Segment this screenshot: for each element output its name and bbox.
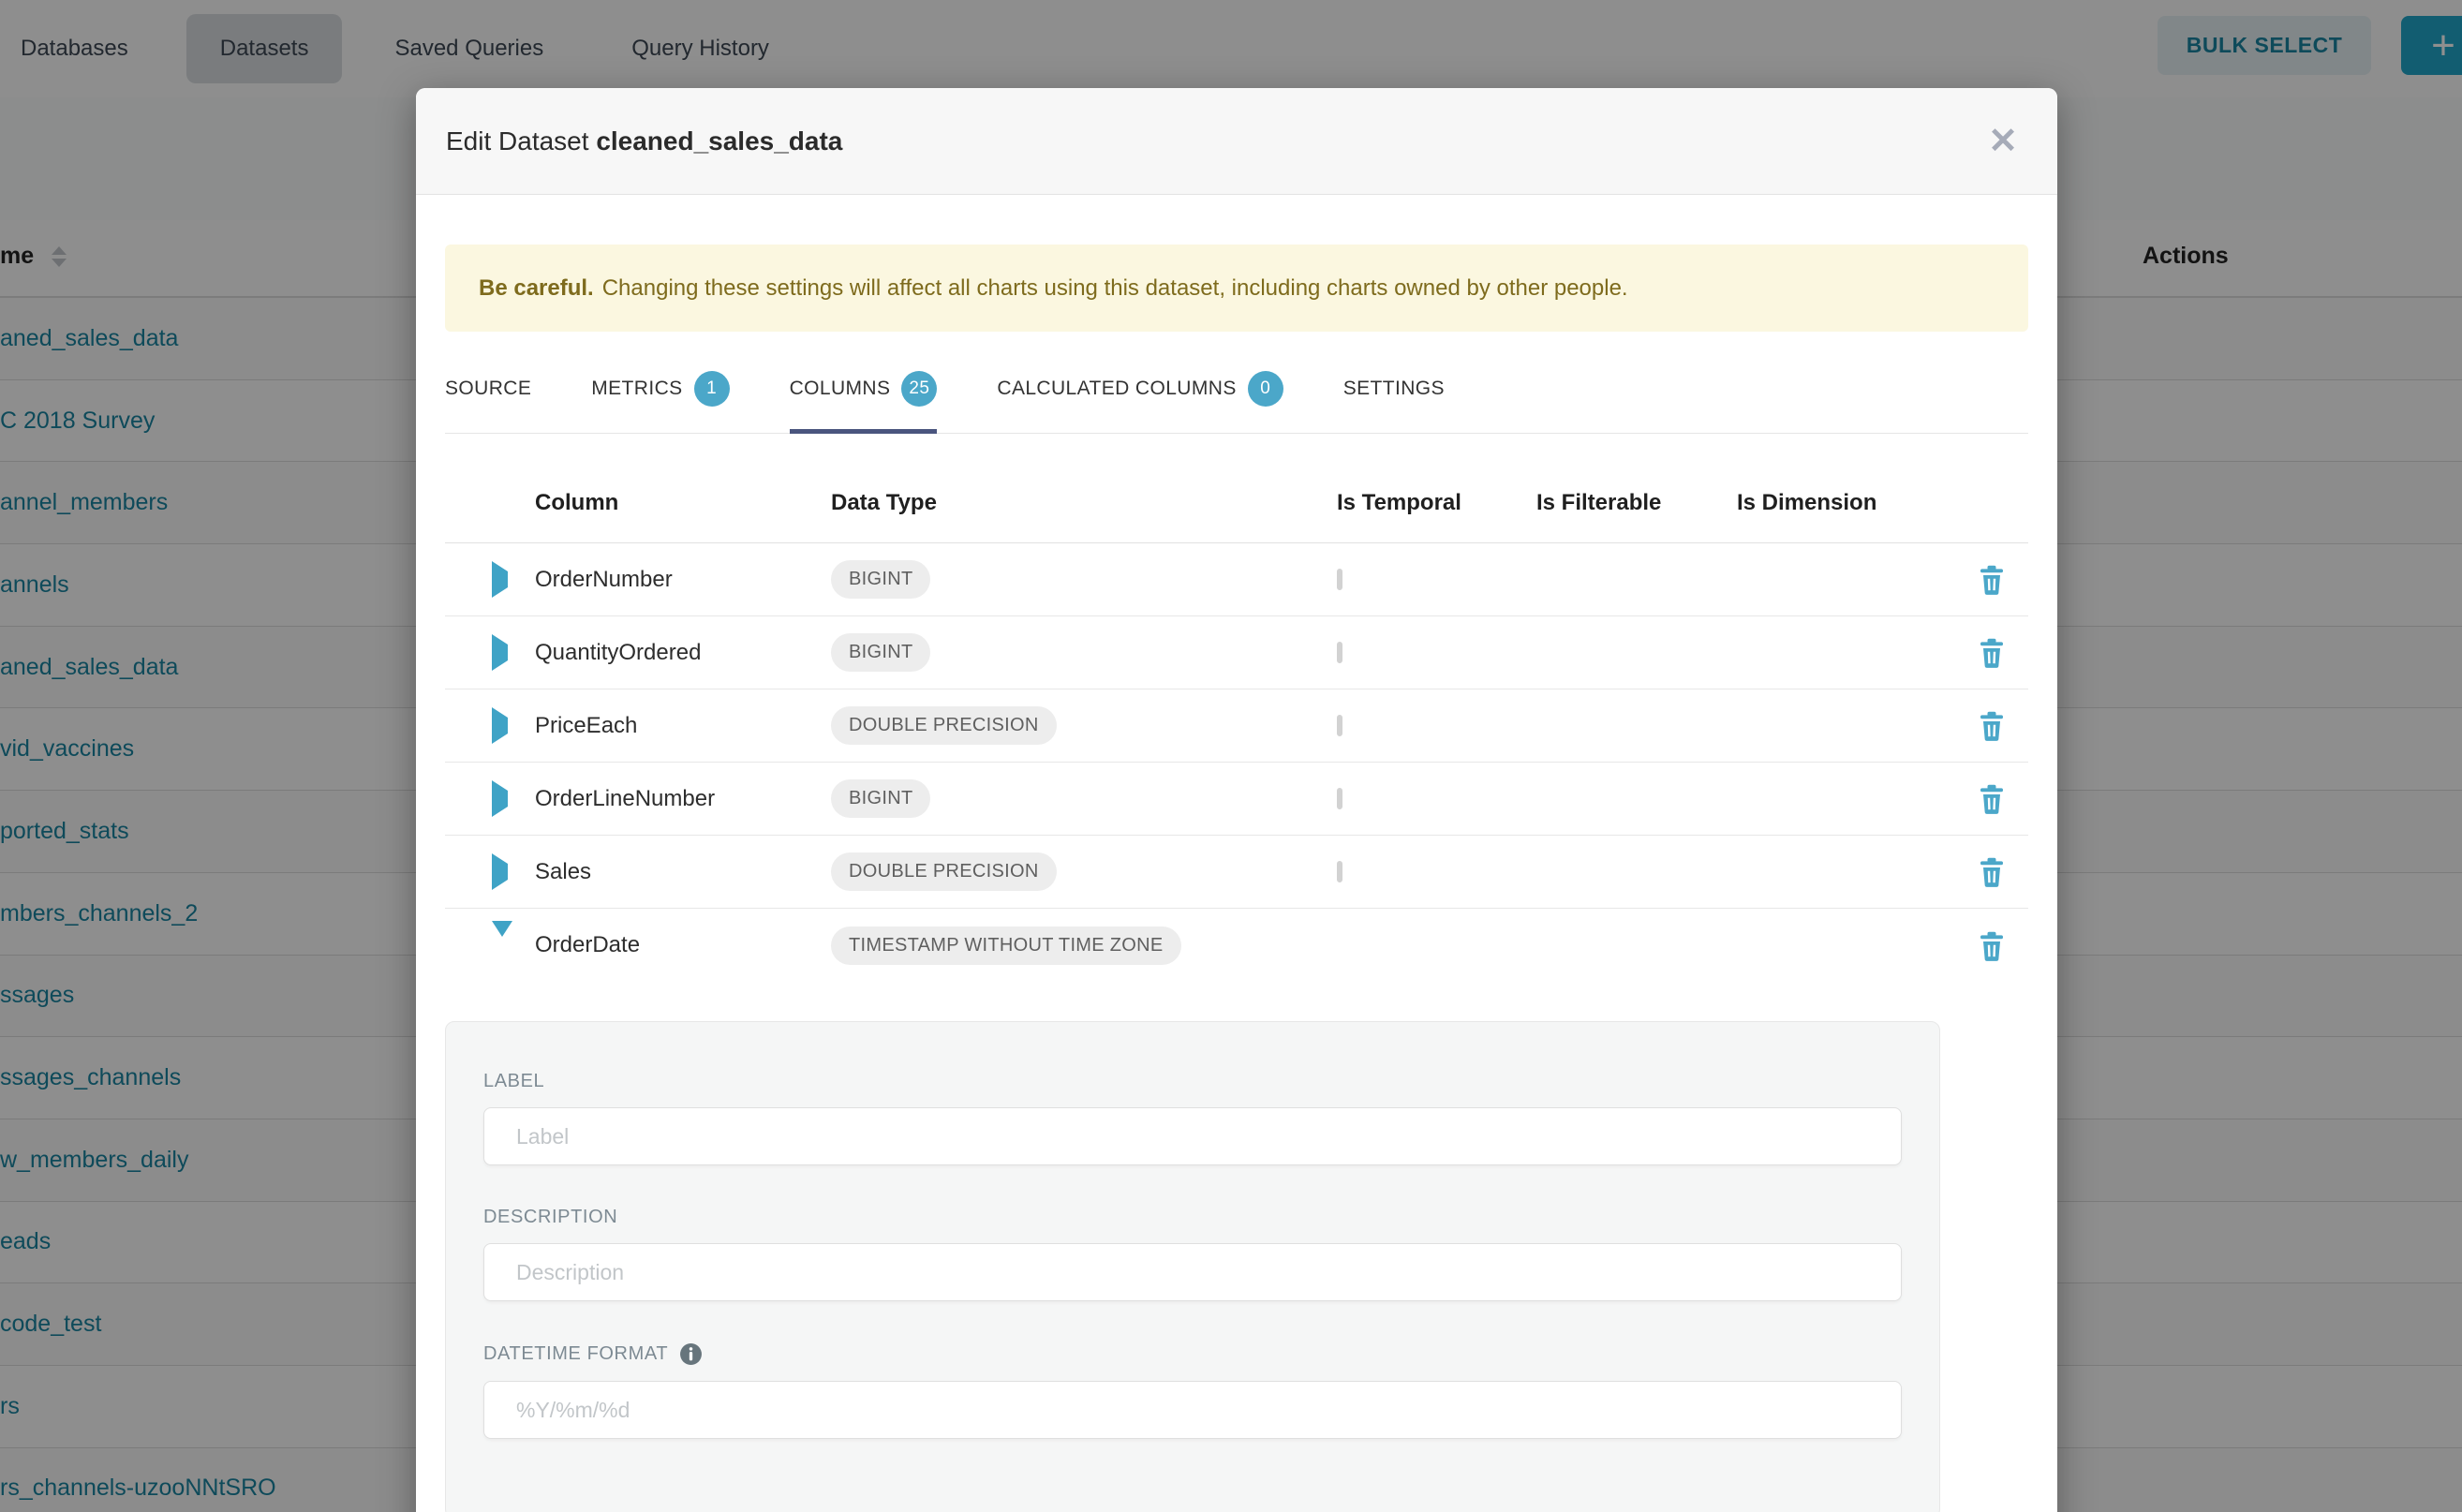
label-field-group: LABEL [483,1071,1902,1165]
description-field-label: DESCRIPTION [483,1207,617,1228]
description-input[interactable] [483,1243,1902,1301]
column-name: OrderLineNumber [535,786,715,811]
delete-column-button[interactable] [1978,783,2006,814]
column-header: Column [535,490,831,516]
trash-icon [1978,783,2006,814]
datetime-format-field-group: DATETIME FORMAT [483,1342,1902,1439]
close-icon[interactable]: ✕ [1988,124,2018,159]
column-editor-panel: LABEL DESCRIPTION DATETIME FORMAT [445,1021,1940,1512]
is-dimension-header: Is Dimension [1737,490,1955,516]
expand-caret-icon[interactable] [492,864,508,881]
delete-column-button[interactable] [1978,856,2006,887]
tab[interactable]: CALCULATED COLUMNS 0 [997,343,1283,433]
columns-table-header: Column Data Type Is Temporal Is Filterab… [445,482,2028,543]
column-name: PriceEach [535,713,637,738]
trash-icon [1978,930,2006,961]
tab-count-badge: 0 [1248,371,1283,407]
column-name: OrderNumber [535,567,673,592]
tab-count-badge: 1 [694,371,730,407]
expand-caret-icon[interactable] [492,937,512,954]
column-name: OrderDate [535,932,640,957]
trash-icon [1978,856,2006,887]
data-type-pill: BIGINT [831,633,930,672]
warning-banner-bold: Be careful. [479,275,594,302]
trash-icon [1978,710,2006,741]
tab[interactable]: COLUMNS 25 [790,343,938,433]
is-temporal-checkbox[interactable] [1337,788,1342,809]
column-row: OrderNumber BIGINT [445,543,2028,616]
is-filterable-header: Is Filterable [1536,490,1737,516]
tab[interactable]: SETTINGS [1343,343,1445,433]
delete-column-button[interactable] [1978,710,2006,741]
tab-label: CALCULATED COLUMNS [997,378,1236,400]
column-name: Sales [535,859,591,884]
tab-label: COLUMNS [790,378,891,400]
edit-dataset-modal: Edit Dataset cleaned_sales_data ✕ Be car… [416,88,2057,1512]
datetime-format-input[interactable] [483,1381,1902,1439]
delete-column-button[interactable] [1978,637,2006,668]
data-type-pill: TIMESTAMP WITHOUT TIME ZONE [831,926,1181,965]
expand-caret-icon[interactable] [492,571,508,588]
tab[interactable]: METRICS 1 [591,343,729,433]
modal-body: Be careful. Changing these settings will… [416,245,2057,1512]
expand-caret-icon[interactable] [492,645,508,661]
label-input[interactable] [483,1107,1902,1165]
tab-label: SETTINGS [1343,378,1445,400]
is-temporal-header: Is Temporal [1337,490,1536,516]
modal-dataset-name: cleaned_sales_data [596,126,842,156]
modal-tabs: SOURCE METRICS 1 COLUMNS 25 CALCULATED C… [445,343,2028,434]
description-field-group: DESCRIPTION [483,1207,1902,1301]
column-row: Sales DOUBLE PRECISION [445,836,2028,909]
columns-table-rows: OrderNumber BIGINT [445,543,2028,982]
datetime-format-field-label: DATETIME FORMAT [483,1343,668,1365]
is-temporal-checkbox[interactable] [1337,861,1342,882]
delete-column-button[interactable] [1978,930,2006,961]
data-type-pill: BIGINT [831,560,930,599]
is-temporal-checkbox[interactable] [1337,642,1342,663]
data-type-header: Data Type [831,490,1337,516]
data-type-pill: DOUBLE PRECISION [831,706,1057,745]
columns-table: Column Data Type Is Temporal Is Filterab… [445,482,2028,982]
data-type-pill: BIGINT [831,779,930,818]
warning-banner-text: Changing these settings will affect all … [602,275,1628,302]
expand-caret-icon[interactable] [492,791,508,808]
column-row: OrderLineNumber BIGINT [445,763,2028,836]
modal-title: Edit Dataset cleaned_sales_data [446,126,842,156]
is-temporal-checkbox[interactable] [1337,715,1342,736]
tab-label: SOURCE [445,378,531,400]
column-name: QuantityOrdered [535,640,701,665]
trash-icon [1978,564,2006,595]
expand-caret-icon[interactable] [492,718,508,734]
tab-label: METRICS [591,378,682,400]
tab-count-badge: 25 [901,371,937,407]
delete-column-button[interactable] [1978,564,2006,595]
label-field-label: LABEL [483,1071,544,1092]
column-row: QuantityOrdered BIGINT [445,616,2028,689]
data-type-pill: DOUBLE PRECISION [831,852,1057,891]
tab[interactable]: SOURCE [445,343,531,433]
column-row: OrderDate TIMESTAMP WITHOUT TIME ZONE [445,909,2028,982]
trash-icon [1978,637,2006,668]
info-icon[interactable] [679,1342,703,1366]
column-row: PriceEach DOUBLE PRECISION [445,689,2028,763]
warning-banner: Be careful. Changing these settings will… [445,245,2028,332]
is-temporal-checkbox[interactable] [1337,569,1342,590]
modal-header: Edit Dataset cleaned_sales_data ✕ [416,88,2057,195]
modal-title-prefix: Edit Dataset [446,126,589,156]
